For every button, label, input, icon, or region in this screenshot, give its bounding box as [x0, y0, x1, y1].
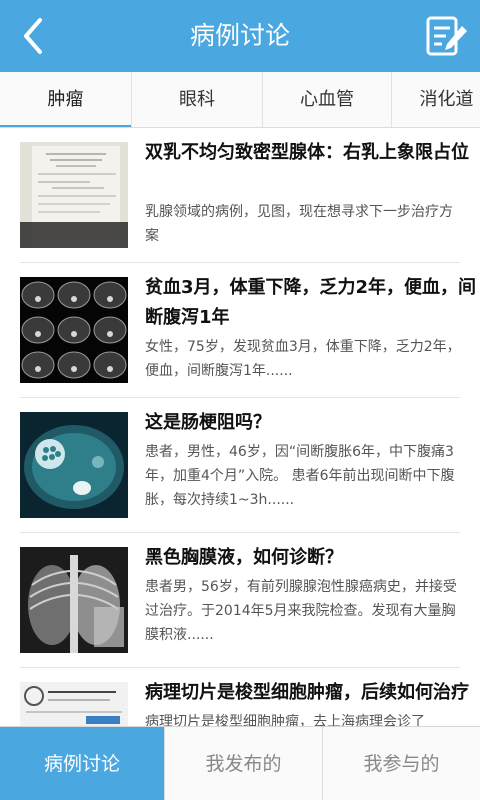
case-summary: 病理切片是梭型细胞肿瘤，去上海病理会诊了	[145, 714, 425, 726]
case-title: 病理切片是梭型细胞肿瘤，后续如何治疗	[145, 682, 469, 703]
bottom-nav: 病例讨论 我发布的 我参与的	[0, 726, 480, 800]
compose-button[interactable]	[422, 14, 470, 58]
case-thumbnail-ct-abdomen	[20, 412, 128, 518]
nav-case-discussion[interactable]: 病例讨论	[0, 727, 164, 800]
category-tabs: 肿瘤 眼科 心血管 消化道	[0, 72, 480, 128]
case-title: 贫血3月，体重下降，乏力2年，便血，间断腹泻1年	[145, 277, 477, 328]
compose-icon	[426, 16, 467, 56]
nav-my-posts[interactable]: 我发布的	[164, 727, 322, 800]
case-thumbnail-xray	[20, 547, 128, 653]
case-item[interactable]: 病理切片是梭型细胞肿瘤，后续如何治疗 病理切片是梭型细胞肿瘤，去上海病理会诊了	[20, 668, 469, 726]
case-summary: 患者男，56岁，有前列腺腺泡性腺癌病史，并接受过治疗。于2014年5月来我院检查…	[145, 579, 457, 643]
page-title: 病例讨论	[189, 21, 290, 50]
nav-my-participation[interactable]: 我参与的	[322, 727, 480, 800]
case-title: 黑色胸膜液，如何诊断？	[145, 547, 343, 568]
case-item[interactable]: 贫血3月，体重下降，乏力2年，便血，间断腹泻1年 女性，75岁，发现贫血3月，体…	[20, 263, 476, 398]
tab-tumor[interactable]: 肿瘤	[0, 72, 132, 127]
case-summary: 患者，男性，46岁，因“间断腹胀6年，中下腹痛3年，加重4个月”入院。 患者6年…	[145, 444, 455, 508]
case-item[interactable]: 黑色胸膜液，如何诊断？ 患者男，56岁，有前列腺腺泡性腺癌病史，并接受过治疗。于…	[20, 533, 460, 668]
case-title: 双乳不均匀致密型腺体：右乳上象限占位	[145, 142, 469, 163]
case-summary: 乳腺领域的病例，见图，现在想寻求下一步治疗方案	[145, 204, 453, 244]
case-thumbnail-ct-scan	[20, 277, 128, 383]
case-thumbnail-report	[20, 682, 128, 726]
case-item[interactable]: 这是肠梗阻吗？ 患者，男性，46岁，因“间断腹胀6年，中下腹痛3年，加重4个月”…	[20, 398, 460, 533]
case-summary: 女性，75岁，发现贫血3月，体重下降，乏力2年，便血，间断腹泻1年......	[145, 339, 461, 379]
app-header: 病例讨论	[0, 0, 480, 72]
case-item[interactable]: 双乳不均匀致密型腺体：右乳上象限占位 乳腺领域的病例，见图，现在想寻求下一步治疗…	[20, 128, 469, 263]
case-title: 这是肠梗阻吗？	[145, 412, 271, 433]
tab-digestive[interactable]: 消化道	[392, 72, 480, 127]
tab-cardiovascular[interactable]: 心血管	[263, 72, 392, 127]
case-list: 双乳不均匀致密型腺体：右乳上象限占位 乳腺领域的病例，见图，现在想寻求下一步治疗…	[0, 128, 480, 726]
tab-ophthalmology[interactable]: 眼科	[132, 72, 263, 127]
case-thumbnail-document	[20, 142, 128, 248]
